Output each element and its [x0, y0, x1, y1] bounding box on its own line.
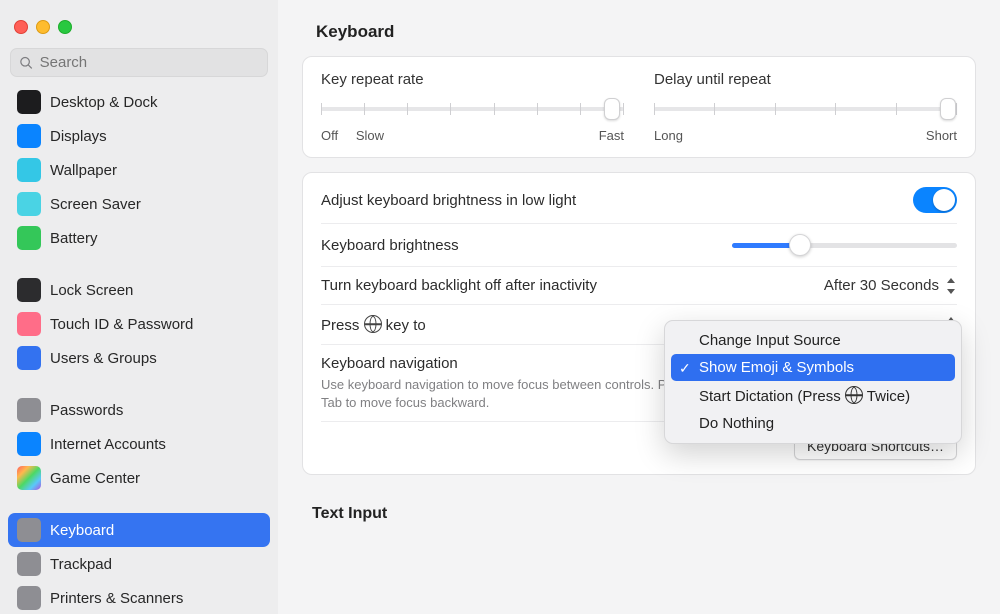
search-input[interactable] — [40, 54, 259, 71]
page-header: Keyboard — [278, 0, 1000, 56]
sidebar-item-internet-accounts[interactable]: Internet Accounts — [8, 427, 270, 461]
sliders-panel: Key repeat rate Off Slow Fast Delay unti… — [302, 56, 976, 158]
chevron-updown-icon — [945, 278, 957, 294]
sidebar-item-label: Displays — [50, 128, 107, 145]
sidebar-item-users-groups[interactable]: Users & Groups — [8, 341, 270, 375]
wallpaper-icon — [17, 158, 41, 182]
menu-item[interactable]: ✓Show Emoji & Symbols — [671, 354, 955, 381]
globe-key-menu[interactable]: Change Input Source✓Show Emoji & Symbols… — [664, 320, 962, 444]
key-repeat-slider[interactable] — [321, 98, 624, 120]
sidebar-item-label: Trackpad — [50, 556, 112, 573]
sidebar-item-label: Keyboard — [50, 522, 114, 539]
globe-icon — [845, 386, 863, 404]
trackpad-icon — [17, 552, 41, 576]
sidebar-item-label: Internet Accounts — [50, 436, 166, 453]
label-slow: Slow — [356, 128, 384, 143]
screensaver-icon — [17, 192, 41, 216]
search-icon — [19, 55, 34, 71]
system-settings-window: Desktop & Dock Displays Wallpaper Screen Sa… — [0, 0, 1000, 614]
row-keyboard-brightness: Keyboard brightness — [321, 223, 957, 266]
sidebar-item-game-center[interactable]: Game Center — [8, 461, 270, 495]
label-short: Short — [926, 128, 957, 143]
delay-column: Delay until repeat Long Short — [654, 71, 957, 143]
label-long: Long — [654, 128, 683, 143]
check-icon: ✓ — [679, 360, 691, 377]
row-backlight-off: Turn keyboard backlight off after inacti… — [321, 266, 957, 304]
sidebar-item-trackpad[interactable]: Trackpad — [8, 547, 270, 581]
sidebar-item-printers-scanners[interactable]: Printers & Scanners — [8, 581, 270, 614]
key-repeat-column: Key repeat rate Off Slow Fast — [321, 71, 624, 143]
sidebar-item-label: Passwords — [50, 402, 123, 419]
delay-label: Delay until repeat — [654, 71, 957, 88]
sidebar-item-label: Game Center — [50, 470, 140, 487]
text-input-header: Text Input — [278, 489, 1000, 533]
backlight-off-dropdown[interactable]: After 30 Seconds — [824, 277, 957, 294]
printers-icon — [17, 586, 41, 610]
desktop-dock-icon — [17, 90, 41, 114]
sidebar-item-label: Wallpaper — [50, 162, 117, 179]
fullscreen-icon[interactable] — [58, 20, 72, 34]
key-icon — [17, 398, 41, 422]
sidebar-item-label: Screen Saver — [50, 196, 141, 213]
sidebar-item-label: Users & Groups — [50, 350, 157, 367]
page-title: Keyboard — [316, 22, 1000, 42]
label-off: Off — [321, 128, 338, 143]
displays-icon — [17, 124, 41, 148]
users-icon — [17, 346, 41, 370]
sidebar-item-lock-screen[interactable]: Lock Screen — [8, 273, 270, 307]
close-icon[interactable] — [14, 20, 28, 34]
sidebar: Desktop & Dock Displays Wallpaper Screen Sa… — [0, 0, 278, 614]
sidebar-item-label: Touch ID & Password — [50, 316, 193, 333]
delay-slider[interactable] — [654, 98, 957, 120]
keyboard-icon — [17, 518, 41, 542]
keyboard-brightness-slider[interactable] — [732, 234, 957, 256]
touchid-icon — [17, 312, 41, 336]
minimize-icon[interactable] — [36, 20, 50, 34]
gamecenter-icon — [17, 466, 41, 490]
toggle-brightness-low-light[interactable] — [913, 187, 957, 213]
globe-icon — [364, 315, 382, 333]
sidebar-item-label: Battery — [50, 230, 98, 247]
content-area: Keyboard Key repeat rate Off Slow Fast — [278, 0, 1000, 614]
row-brightness-low-light: Adjust keyboard brightness in low light — [321, 177, 957, 223]
sidebar-item-screen-saver[interactable]: Screen Saver — [8, 187, 270, 221]
label-fast: Fast — [599, 128, 624, 143]
sidebar-item-label: Printers & Scanners — [50, 590, 183, 607]
menu-item[interactable]: Start Dictation (Press Twice) — [671, 381, 955, 410]
internet-icon — [17, 432, 41, 456]
sidebar-item-passwords[interactable]: Passwords — [8, 393, 270, 427]
menu-item[interactable]: Change Input Source — [671, 327, 955, 354]
sidebar-item-desktop-dock[interactable]: Desktop & Dock — [8, 85, 270, 119]
sidebar-item-wallpaper[interactable]: Wallpaper — [8, 153, 270, 187]
sidebar-item-keyboard[interactable]: Keyboard — [8, 513, 270, 547]
menu-item[interactable]: Do Nothing — [671, 410, 955, 437]
sidebar-item-label: Desktop & Dock — [50, 94, 158, 111]
sidebar-item-displays[interactable]: Displays — [8, 119, 270, 153]
sidebar-list: Desktop & Dock Displays Wallpaper Screen Sa… — [0, 85, 278, 614]
lock-icon — [17, 278, 41, 302]
window-controls — [0, 12, 278, 48]
sidebar-item-battery[interactable]: Battery — [8, 221, 270, 255]
key-repeat-label: Key repeat rate — [321, 71, 624, 88]
sidebar-item-touch-id-password[interactable]: Touch ID & Password — [8, 307, 270, 341]
search-field[interactable] — [10, 48, 268, 77]
battery-icon — [17, 226, 41, 250]
sidebar-item-label: Lock Screen — [50, 282, 133, 299]
